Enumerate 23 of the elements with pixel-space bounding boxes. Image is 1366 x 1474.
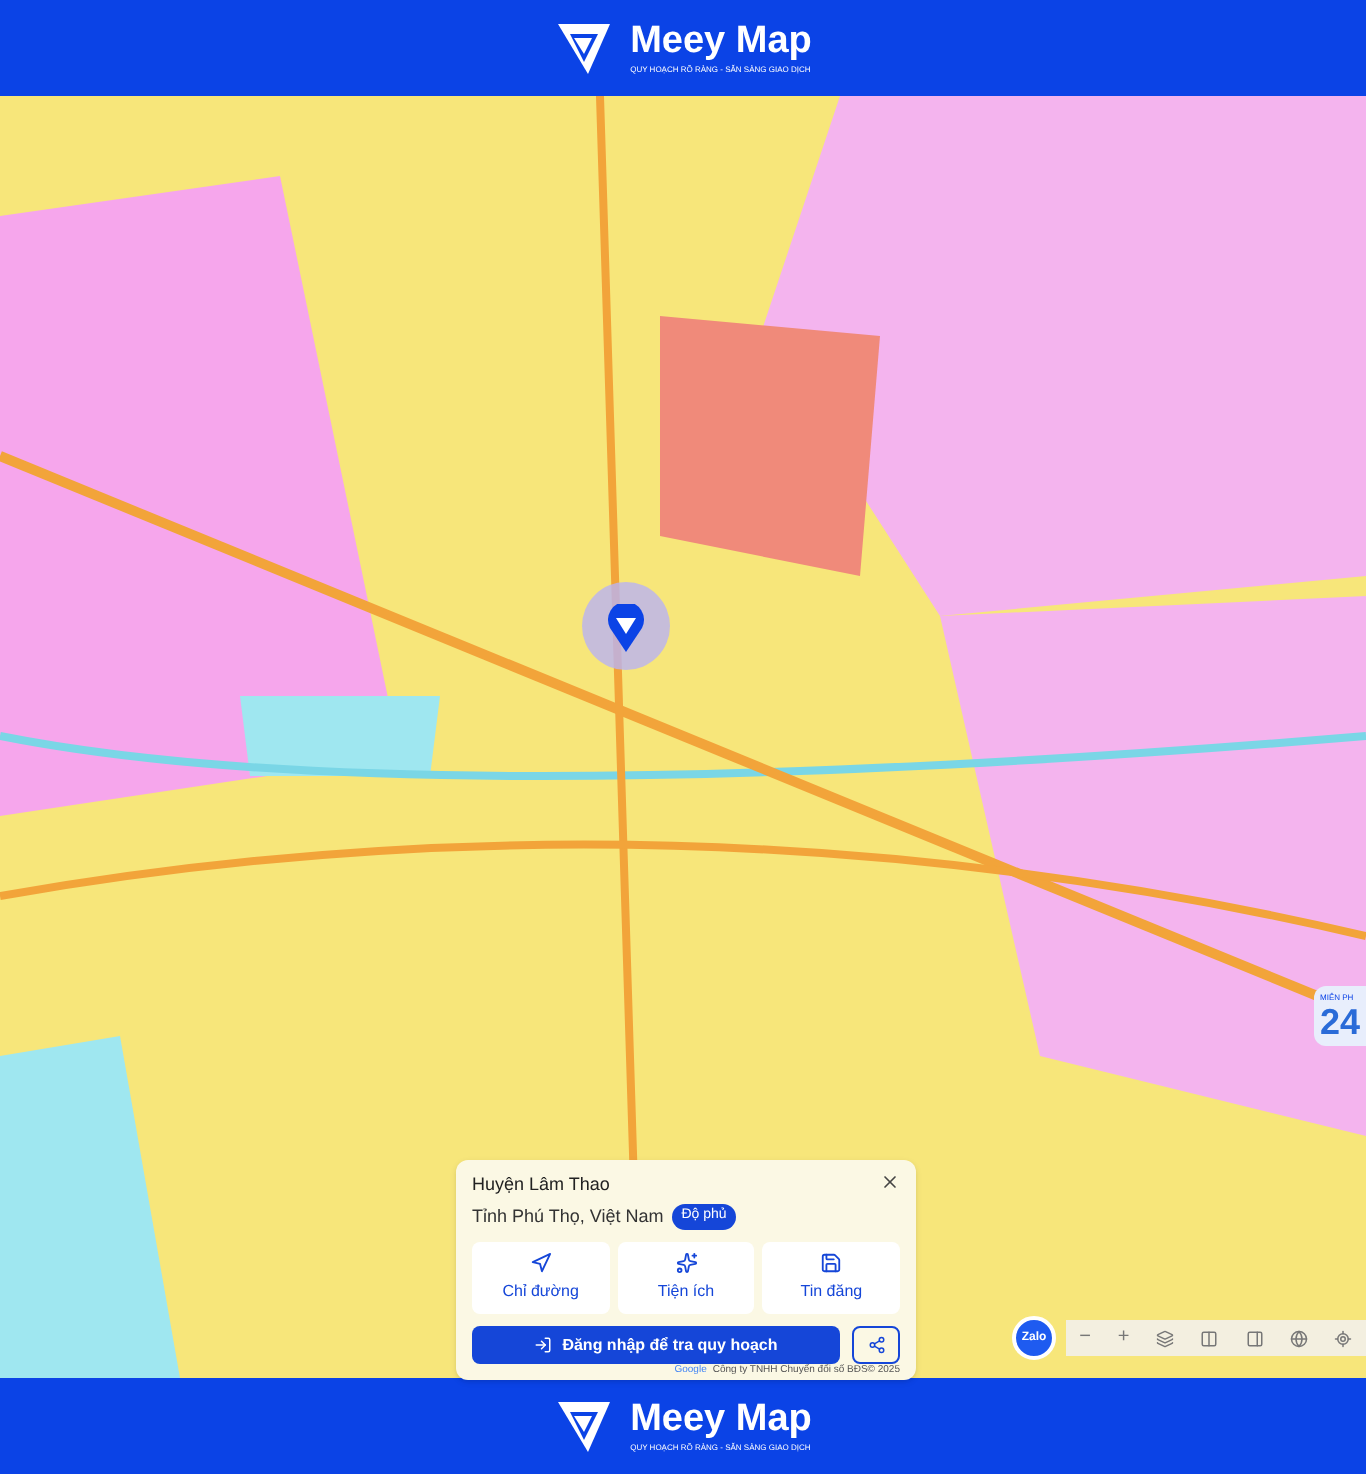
- layers-icon[interactable]: [1156, 1329, 1174, 1347]
- brand-name: Meey Map: [630, 1399, 812, 1437]
- action-button[interactable]: Chỉ đường: [472, 1242, 610, 1314]
- login-button[interactable]: Đăng nhập để tra quy hoạch: [472, 1326, 840, 1364]
- brand-name: Meey Map: [630, 22, 812, 60]
- sparkle-icon: [675, 1252, 697, 1274]
- action-button[interactable]: Tin đăng: [762, 1242, 901, 1314]
- close-icon[interactable]: [880, 1172, 900, 1192]
- locate-icon[interactable]: [1334, 1329, 1353, 1347]
- place-title: Huyện Lâm Thao: [472, 1172, 610, 1198]
- split-view-icon[interactable]: [1200, 1329, 1219, 1347]
- panel-icon[interactable]: [1245, 1329, 1264, 1347]
- login-icon: [534, 1336, 553, 1354]
- share-button[interactable]: [852, 1326, 900, 1364]
- action-button[interactable]: Tiện ích: [617, 1242, 755, 1314]
- logo-icon: [554, 18, 615, 78]
- zoom-in-button[interactable]: +: [1117, 1328, 1130, 1348]
- location-pin-icon: [606, 604, 646, 652]
- share-icon: [867, 1336, 885, 1354]
- promo-number: 24: [1320, 1004, 1361, 1040]
- zoom-out-button[interactable]: −: [1079, 1328, 1091, 1348]
- globe-icon[interactable]: [1289, 1329, 1308, 1347]
- place-subtitle: Tỉnh Phú Thọ, Việt Nam: [472, 1203, 664, 1229]
